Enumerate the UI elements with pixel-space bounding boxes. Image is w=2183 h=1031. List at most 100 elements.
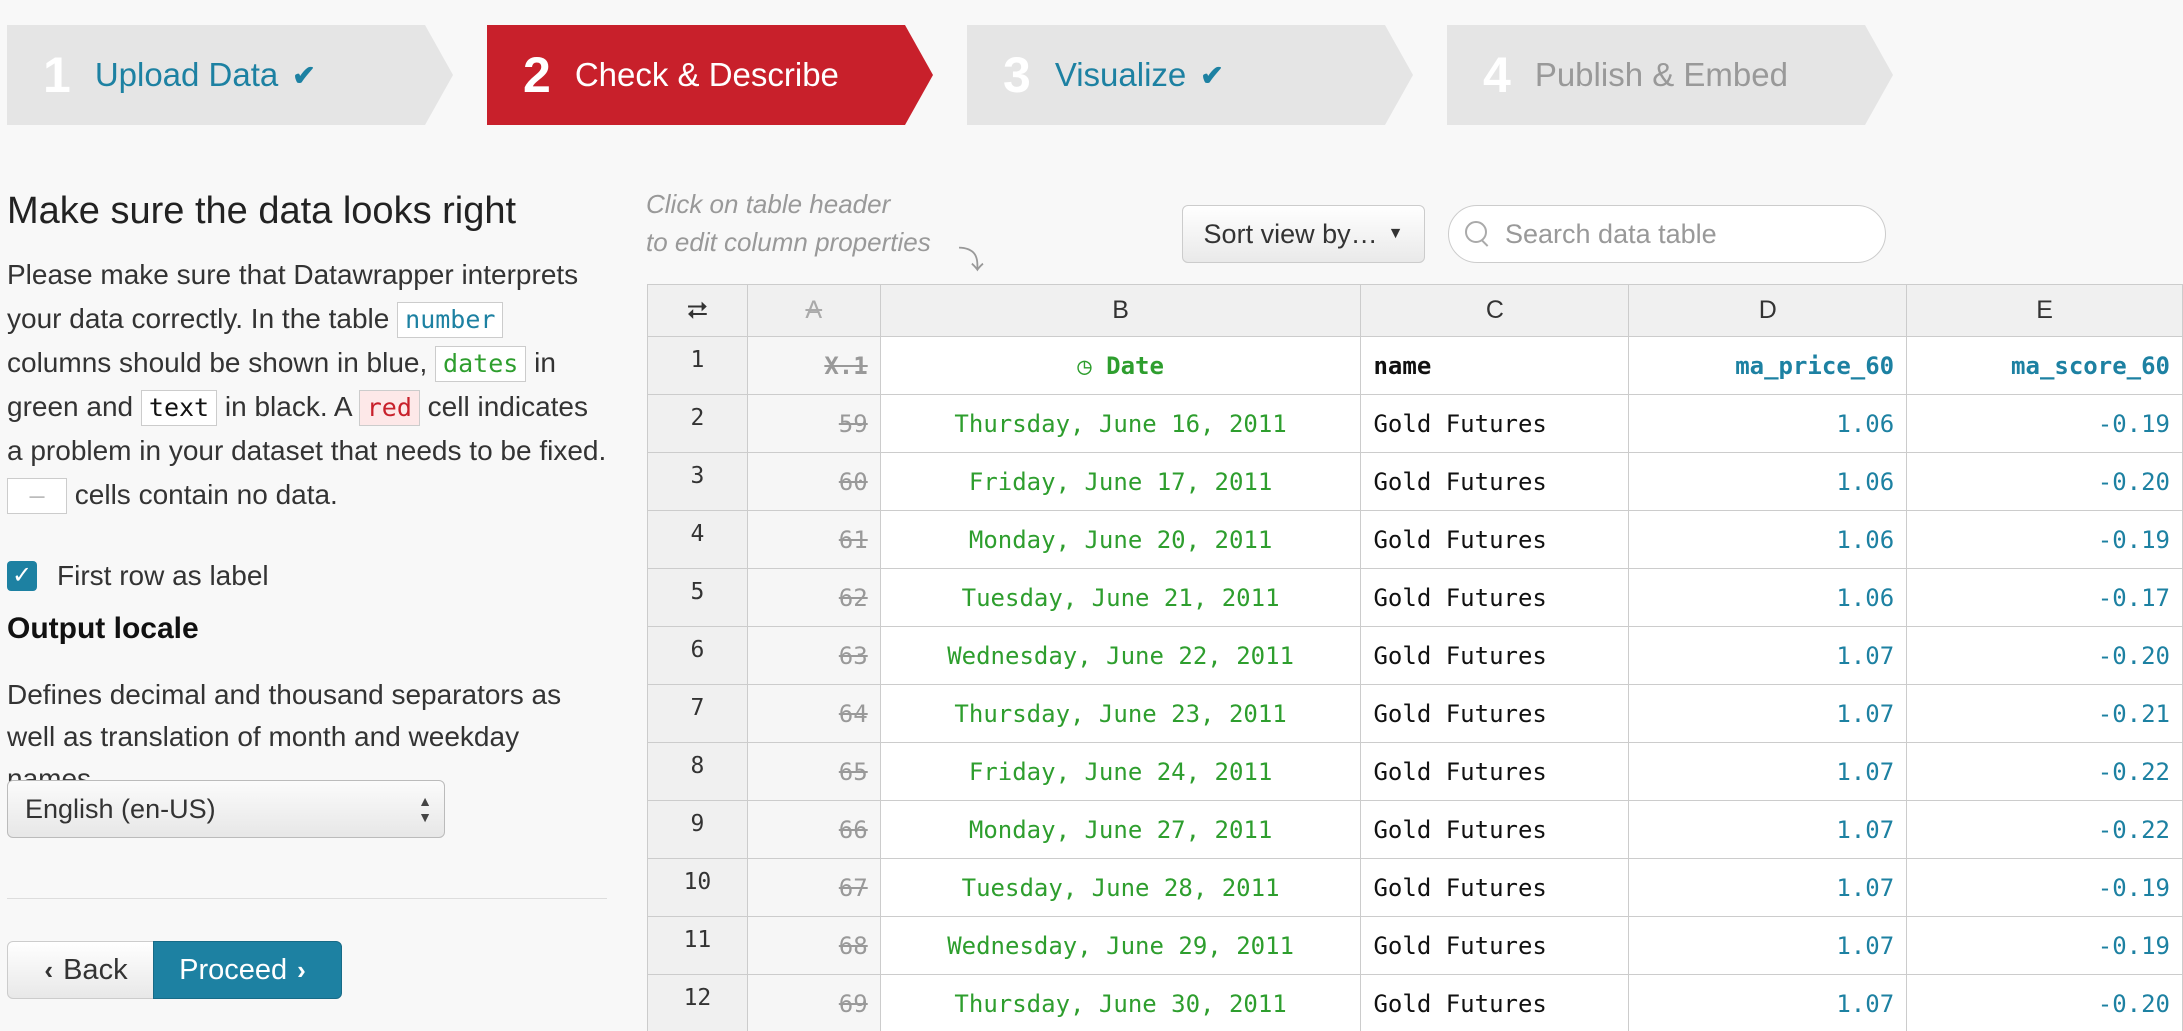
- data-table-container: ⮂ A B C D E 1 X.1 ◷ Date name ma_price_6…: [647, 284, 2183, 1031]
- search-box[interactable]: [1448, 205, 1886, 263]
- table-cell[interactable]: Thursday, June 16, 2011: [879, 394, 1362, 453]
- table-cell[interactable]: Monday, June 20, 2011: [879, 510, 1362, 569]
- table-row: 11 68 Wednesday, June 29, 2011 Gold Futures…: [647, 916, 2183, 975]
- column-header[interactable]: name: [1360, 336, 1630, 395]
- table-cell[interactable]: -0.19: [1906, 916, 2183, 975]
- table-cell[interactable]: 67: [746, 858, 881, 917]
- row-number: 3: [647, 452, 748, 511]
- row-number: 11: [647, 916, 748, 975]
- table-cell[interactable]: Gold Futures: [1360, 684, 1630, 743]
- table-cell[interactable]: 61: [746, 510, 881, 569]
- table-cell[interactable]: Thursday, June 30, 2011: [879, 974, 1362, 1031]
- column-header[interactable]: X.1: [746, 336, 881, 395]
- locale-select-value: English (en-US): [25, 794, 216, 824]
- table-cell[interactable]: Friday, June 17, 2011: [879, 452, 1362, 511]
- select-arrows-icon: ▲ ▼: [418, 793, 432, 825]
- row-number: 5: [647, 568, 748, 627]
- table-cell[interactable]: Friday, June 24, 2011: [879, 742, 1362, 801]
- column-header[interactable]: ma_score_60: [1906, 336, 2183, 395]
- table-cell[interactable]: 59: [746, 394, 881, 453]
- row-number: 6: [647, 626, 748, 685]
- back-button[interactable]: ‹ Back: [7, 941, 155, 999]
- column-letter[interactable]: C: [1360, 284, 1630, 337]
- left-panel: Make sure the data looks right Please ma…: [7, 190, 607, 517]
- table-cell[interactable]: Gold Futures: [1360, 742, 1630, 801]
- table-cell[interactable]: 64: [746, 684, 881, 743]
- proceed-button[interactable]: Proceed ›: [153, 941, 342, 999]
- step-check-describe[interactable]: 2 Check & Describe: [487, 25, 933, 125]
- table-header-row[interactable]: 1 X.1 ◷ Date name ma_price_60 ma_score_6…: [647, 336, 2183, 395]
- column-letter[interactable]: E: [1906, 284, 2183, 337]
- step-upload-data[interactable]: 1 Upload Data ✔: [7, 25, 453, 125]
- row-number: 9: [647, 800, 748, 859]
- table-cell[interactable]: Gold Futures: [1360, 510, 1630, 569]
- table-cell[interactable]: Monday, June 27, 2011: [879, 800, 1362, 859]
- table-cell[interactable]: Gold Futures: [1360, 394, 1630, 453]
- table-cell[interactable]: 1.07: [1628, 626, 1908, 685]
- sort-view-dropdown[interactable]: Sort view by… ▼: [1182, 205, 1425, 263]
- column-letter[interactable]: B: [879, 284, 1362, 337]
- table-cell[interactable]: Gold Futures: [1360, 626, 1630, 685]
- table-cell[interactable]: Gold Futures: [1360, 858, 1630, 917]
- table-cell[interactable]: 62: [746, 568, 881, 627]
- table-cell[interactable]: 1.07: [1628, 684, 1908, 743]
- column-header[interactable]: ◷ Date: [879, 336, 1362, 395]
- table-cell[interactable]: Thursday, June 23, 2011: [879, 684, 1362, 743]
- row-number: 12: [647, 974, 748, 1031]
- table-cell[interactable]: 1.07: [1628, 916, 1908, 975]
- table-cell[interactable]: -0.21: [1906, 684, 2183, 743]
- table-cell[interactable]: 68: [746, 916, 881, 975]
- table-cell[interactable]: Tuesday, June 21, 2011: [879, 568, 1362, 627]
- first-row-label-checkbox[interactable]: ✓: [7, 561, 37, 591]
- table-row: 2 59 Thursday, June 16, 2011 Gold Futures 1.…: [647, 394, 2183, 453]
- row-number: 2: [647, 394, 748, 453]
- table-cell[interactable]: 69: [746, 974, 881, 1031]
- row-number: 4: [647, 510, 748, 569]
- locale-select[interactable]: English (en-US) ▲ ▼: [7, 780, 445, 838]
- table-cell[interactable]: -0.17: [1906, 568, 2183, 627]
- table-cell[interactable]: 1.07: [1628, 858, 1908, 917]
- table-cell[interactable]: 1.07: [1628, 742, 1908, 801]
- column-letter[interactable]: D: [1628, 284, 1908, 337]
- transpose-icon[interactable]: ⮂: [647, 284, 748, 337]
- table-cell[interactable]: -0.19: [1906, 394, 2183, 453]
- table-cell[interactable]: Wednesday, June 22, 2011: [879, 626, 1362, 685]
- table-cell[interactable]: Gold Futures: [1360, 916, 1630, 975]
- table-cell[interactable]: 66: [746, 800, 881, 859]
- table-cell[interactable]: -0.20: [1906, 452, 2183, 511]
- text-tag: text: [140, 390, 218, 426]
- table-cell[interactable]: Wednesday, June 29, 2011: [879, 916, 1362, 975]
- table-cell[interactable]: -0.20: [1906, 974, 2183, 1031]
- table-cell[interactable]: Gold Futures: [1360, 800, 1630, 859]
- table-cell[interactable]: 65: [746, 742, 881, 801]
- step-visualize[interactable]: 3 Visualize ✔: [967, 25, 1413, 125]
- table-row: 4 61 Monday, June 20, 2011 Gold Futures 1.06…: [647, 510, 2183, 569]
- table-row: 3 60 Friday, June 17, 2011 Gold Futures 1.06…: [647, 452, 2183, 511]
- table-cell[interactable]: Tuesday, June 28, 2011: [879, 858, 1362, 917]
- table-cell[interactable]: 1.06: [1628, 394, 1908, 453]
- table-cell[interactable]: 1.07: [1628, 800, 1908, 859]
- output-locale-heading: Output locale: [7, 612, 199, 645]
- step-publish-embed[interactable]: 4 Publish & Embed: [1447, 25, 1893, 125]
- search-input[interactable]: [1505, 218, 1865, 250]
- table-cell[interactable]: 63: [746, 626, 881, 685]
- table-cell[interactable]: Gold Futures: [1360, 452, 1630, 511]
- table-cell[interactable]: 1.07: [1628, 974, 1908, 1031]
- first-row-label-option[interactable]: ✓ First row as label: [7, 560, 269, 592]
- table-cell[interactable]: Gold Futures: [1360, 568, 1630, 627]
- checkmark-icon: ✔: [1200, 59, 1224, 91]
- divider: [7, 898, 607, 899]
- table-cell[interactable]: 1.06: [1628, 510, 1908, 569]
- table-cell[interactable]: -0.19: [1906, 858, 2183, 917]
- column-header[interactable]: ma_price_60: [1628, 336, 1908, 395]
- table-cell[interactable]: 1.06: [1628, 568, 1908, 627]
- table-cell[interactable]: -0.22: [1906, 800, 2183, 859]
- column-letter[interactable]: A: [746, 284, 881, 337]
- steps-nav: 1 Upload Data ✔ 2 Check & Describe 3 Visuali…: [0, 25, 2183, 125]
- table-cell[interactable]: -0.22: [1906, 742, 2183, 801]
- table-cell[interactable]: 60: [746, 452, 881, 511]
- table-cell[interactable]: -0.20: [1906, 626, 2183, 685]
- table-cell[interactable]: Gold Futures: [1360, 974, 1630, 1031]
- table-cell[interactable]: -0.19: [1906, 510, 2183, 569]
- table-cell[interactable]: 1.06: [1628, 452, 1908, 511]
